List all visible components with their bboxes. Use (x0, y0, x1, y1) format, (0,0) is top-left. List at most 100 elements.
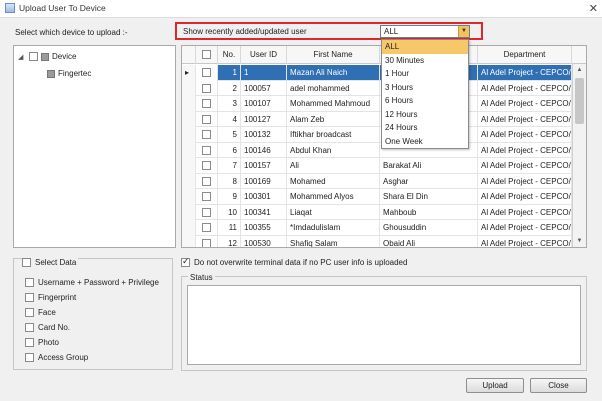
option-label: Access Group (38, 353, 89, 362)
title-bar: Upload User To Device ✕ (0, 0, 602, 18)
table-row[interactable]: 12 100530 Shafiq Salam Obaid Ali Al Adel Pro… (182, 235, 572, 247)
row-checkbox[interactable] (202, 207, 211, 217)
tree-node-fingertec[interactable]: Fingertec (47, 69, 91, 78)
option-label: Card No. (38, 323, 71, 332)
table-scrollbar[interactable]: ▲ ▼ (572, 64, 586, 247)
recent-filter-select[interactable]: ALL ▼ (380, 25, 470, 38)
table-row[interactable]: 2 100057 adel mohammed Al Adel Project - CE… (182, 80, 572, 96)
row-header-spacer (182, 46, 196, 64)
select-data-toggle[interactable]: Select Data (22, 258, 79, 267)
dropdown-option[interactable]: 1 Hour (382, 67, 468, 81)
chevron-down-icon[interactable]: ▼ (458, 26, 469, 37)
option-photo[interactable]: Photo (25, 338, 59, 347)
row-checkbox[interactable] (202, 114, 211, 124)
row-select-cell (196, 111, 218, 127)
option-checkbox[interactable] (25, 353, 34, 362)
row-select-cell (196, 96, 218, 112)
col-header-no[interactable]: No. (218, 46, 241, 64)
table-row[interactable]: 10 100341 Liaqat Mahboub Al Adel Project - C… (182, 204, 572, 220)
dropdown-option[interactable]: 12 Hours (382, 108, 468, 122)
row-select-cell (196, 173, 218, 189)
row-pointer-icon: ▸ (182, 65, 196, 81)
row-checkbox[interactable] (202, 68, 211, 78)
option-checkbox[interactable] (25, 308, 34, 317)
table-cell-department: Al Adel Project - CEPCO/... (478, 127, 572, 143)
dropdown-option[interactable]: 24 Hours (382, 121, 468, 135)
device-checkbox[interactable] (29, 52, 38, 61)
table-row[interactable]: 6 100146 Abdul Khan Al Adel Project - CEPCO… (182, 142, 572, 158)
table-row[interactable]: ▸ 1 1 Mazan Ali Naich Al Adel Project - CEPC… (182, 65, 572, 81)
row-select-cell (196, 80, 218, 96)
scroll-up-icon[interactable]: ▲ (573, 64, 586, 76)
close-button[interactable]: Close (530, 378, 587, 393)
table-row[interactable]: 3 100107 Mohammed Mahmoud Al Adel Project -… (182, 96, 572, 112)
select-data-checkbox[interactable] (22, 258, 31, 267)
table-cell-department: Al Adel Project - CEPCO/... (478, 142, 572, 158)
tree-node-device[interactable]: ◢ Device (18, 52, 76, 61)
dropdown-option[interactable]: ALL (382, 40, 468, 54)
terminal-icon (47, 69, 55, 78)
option-checkbox[interactable] (25, 293, 34, 302)
option-fingerprint[interactable]: Fingerprint (25, 293, 76, 302)
table-cell-department: Al Adel Project - CEPCO/... (478, 65, 572, 81)
tree-expander-icon[interactable]: ◢ (18, 53, 26, 61)
row-pointer-icon (182, 158, 196, 174)
row-checkbox[interactable] (202, 83, 211, 93)
row-pointer-icon (182, 127, 196, 143)
dropdown-option[interactable]: One Week (382, 135, 468, 149)
scroll-down-icon[interactable]: ▼ (573, 235, 586, 247)
recent-filter-label: Show recently added/updated user (183, 27, 307, 36)
table-cell-user-id: 100127 (241, 111, 287, 127)
close-window-icon[interactable]: ✕ (589, 2, 598, 15)
table-cell-first-name: Iftikhar broadcast (287, 127, 380, 143)
scroll-thumb[interactable] (575, 78, 584, 124)
table-cell-first-name: adel mohammed (287, 80, 380, 96)
col-header-first-name[interactable]: First Name (287, 46, 380, 64)
option-access-group[interactable]: Access Group (25, 353, 88, 362)
table-cell-last-name: Mahboub (380, 204, 478, 220)
table-row[interactable]: 9 100301 Mohammed Alyos Shara El Din Al Adel… (182, 189, 572, 205)
select-all-checkbox[interactable] (202, 50, 211, 60)
select-all-cell (196, 46, 218, 64)
row-checkbox[interactable] (202, 192, 211, 202)
table-cell-last-name: Shara El Din (380, 189, 478, 205)
row-checkbox[interactable] (202, 99, 211, 109)
option-checkbox[interactable] (25, 338, 34, 347)
dropdown-option[interactable]: 6 Hours (382, 94, 468, 108)
col-header-user-id[interactable]: User ID (241, 46, 287, 64)
table-cell-first-name: *Imdadulislam (287, 220, 380, 236)
row-checkbox[interactable] (202, 145, 211, 155)
table-row[interactable]: 4 100127 Alam Zeb Al Adel Project - CEPCO/.… (182, 111, 572, 127)
row-pointer-icon (182, 189, 196, 205)
table-cell-department: Al Adel Project - CEPCO/... (478, 189, 572, 205)
col-header-department[interactable]: Department (478, 46, 572, 64)
option-card-no[interactable]: Card No. (25, 323, 70, 332)
row-checkbox[interactable] (202, 176, 211, 186)
row-pointer-icon (182, 111, 196, 127)
row-checkbox[interactable] (202, 238, 211, 247)
dropdown-option[interactable]: 3 Hours (382, 81, 468, 95)
table-row[interactable]: 5 100132 Iftikhar broadcast Al Adel Project… (182, 127, 572, 143)
table-cell-no: 9 (218, 189, 241, 205)
option-checkbox[interactable] (25, 323, 34, 332)
option-username-password[interactable]: Username + Password + Privilege (25, 278, 159, 287)
dropdown-option[interactable]: 30 Minutes (382, 54, 468, 68)
upload-button[interactable]: Upload (466, 378, 524, 393)
overwrite-checkbox[interactable] (181, 256, 190, 267)
table-row[interactable]: 7 100157 Ali Barakat Ali Al Adel Project - C… (182, 158, 572, 174)
status-textarea[interactable] (187, 285, 581, 365)
row-checkbox[interactable] (202, 130, 211, 140)
table-cell-first-name: Mohammed Alyos (287, 189, 380, 205)
device-tree-panel: ◢ Device Fingertec (13, 45, 176, 248)
overwrite-label: Do not overwrite terminal data if no PC … (194, 258, 408, 267)
row-checkbox[interactable] (202, 161, 211, 171)
option-checkbox[interactable] (25, 278, 34, 287)
overwrite-option[interactable]: Do not overwrite terminal data if no PC … (181, 256, 408, 267)
table-row[interactable]: 8 100169 Mohamed Asghar Al Adel Project - CE… (182, 173, 572, 189)
option-face[interactable]: Face (25, 308, 56, 317)
table-cell-first-name: Ali (287, 158, 380, 174)
row-select-cell (196, 65, 218, 81)
row-checkbox[interactable] (202, 223, 211, 233)
table-row[interactable]: 11 100355 *Imdadulislam Ghousuddin Al Adel P… (182, 220, 572, 236)
table-cell-user-id: 100107 (241, 96, 287, 112)
